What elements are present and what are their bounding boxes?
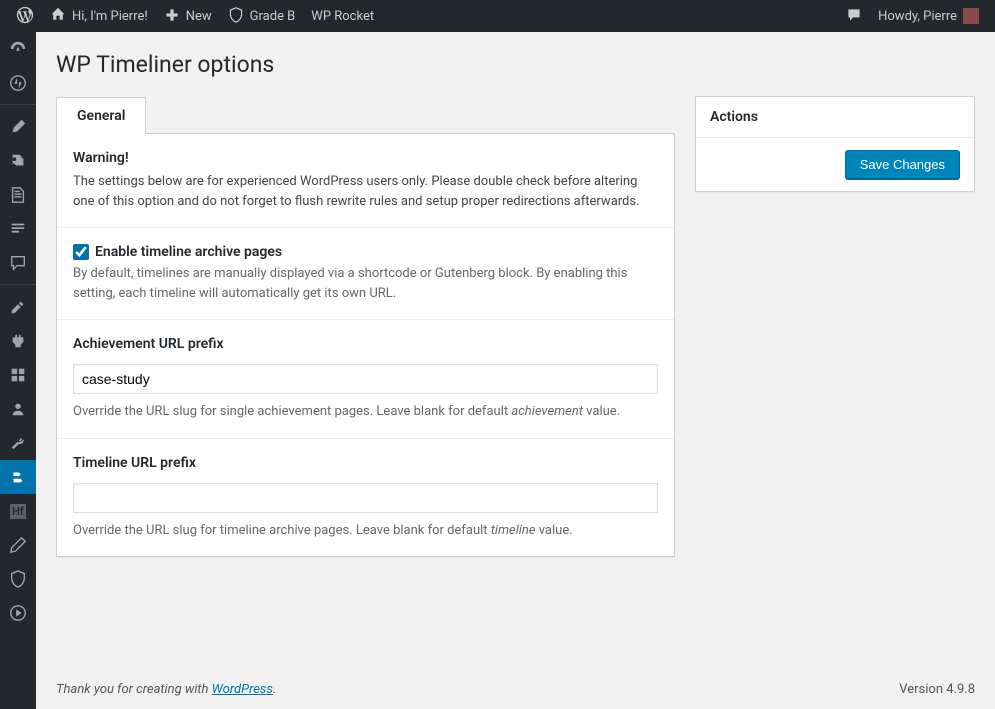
- menu-edit[interactable]: [0, 528, 36, 562]
- plus-icon: [164, 7, 180, 26]
- menu-video[interactable]: [0, 596, 36, 630]
- menu-hf[interactable]: Hf: [0, 494, 36, 528]
- wprocket-link[interactable]: WP Rocket: [303, 0, 382, 32]
- archive-checkbox[interactable]: [73, 244, 89, 260]
- page-title: WP Timeliner options: [56, 42, 975, 96]
- archive-desc: By default, timelines are manually displ…: [73, 264, 658, 303]
- wp-logo[interactable]: [8, 0, 42, 32]
- actions-heading: Actions: [696, 97, 974, 138]
- footer: Thank you for creating with WordPress. V…: [56, 682, 975, 697]
- menu-separator: [0, 280, 36, 285]
- menu-dashboard[interactable]: [0, 32, 36, 66]
- sidebar-column: Actions Save Changes: [695, 96, 975, 192]
- menu-jetpack[interactable]: [0, 66, 36, 100]
- avatar: [963, 8, 979, 24]
- menu-users[interactable]: [0, 392, 36, 426]
- site-link[interactable]: Hi, I'm Pierre!: [42, 0, 156, 32]
- howdy-text: Howdy, Pierre: [878, 9, 957, 24]
- comment-icon: [846, 7, 862, 26]
- menu-forms[interactable]: [0, 212, 36, 246]
- footer-version: Version 4.9.8: [899, 682, 975, 697]
- settings-panel: Warning! The settings below are for expe…: [56, 134, 675, 557]
- comments-link[interactable]: [838, 0, 870, 32]
- admin-bar: Hi, I'm Pierre! New Grade B WP Rocket Ho…: [0, 0, 995, 32]
- wordpress-icon: [16, 6, 34, 27]
- menu-tools[interactable]: [0, 426, 36, 460]
- grade-link[interactable]: Grade B: [220, 0, 304, 32]
- grade-label: Grade B: [250, 9, 296, 24]
- wordpress-link[interactable]: WordPress: [212, 682, 273, 697]
- warning-heading: Warning!: [73, 150, 658, 166]
- actions-box: Actions Save Changes: [695, 96, 975, 192]
- menu-separator: [0, 100, 36, 105]
- achievement-desc: Override the URL slug for single achieve…: [73, 402, 658, 422]
- achievement-section: Achievement URL prefix Override the URL …: [57, 320, 674, 439]
- timeline-label: Timeline URL prefix: [73, 455, 658, 471]
- footer-thanks: Thank you for creating with WordPress.: [56, 682, 276, 697]
- archive-label[interactable]: Enable timeline archive pages: [95, 244, 282, 260]
- menu-media[interactable]: [0, 144, 36, 178]
- achievement-label: Achievement URL prefix: [73, 336, 658, 352]
- admin-sidebar: Hf: [0, 32, 36, 709]
- tab-general[interactable]: General: [56, 97, 146, 134]
- menu-plugins[interactable]: [0, 324, 36, 358]
- archive-section: Enable timeline archive pages By default…: [57, 228, 674, 320]
- content-area: WP Timeliner options General Warning! Th…: [36, 32, 995, 709]
- new-label: New: [186, 9, 212, 24]
- timeline-section: Timeline URL prefix Override the URL slu…: [57, 439, 674, 557]
- tab-bar: General: [56, 96, 675, 134]
- wprocket-label: WP Rocket: [311, 9, 374, 24]
- hf-icon: Hf: [10, 504, 26, 519]
- home-icon: [50, 7, 66, 26]
- achievement-input[interactable]: [73, 364, 658, 394]
- warning-section: Warning! The settings below are for expe…: [57, 134, 674, 228]
- menu-timeliner[interactable]: [0, 460, 36, 494]
- site-name: Hi, I'm Pierre!: [72, 9, 148, 24]
- new-content[interactable]: New: [156, 0, 220, 32]
- menu-feedback[interactable]: [0, 246, 36, 280]
- menu-appearance[interactable]: [0, 290, 36, 324]
- timeline-input[interactable]: [73, 483, 658, 513]
- menu-pages[interactable]: [0, 178, 36, 212]
- main-column: General Warning! The settings below are …: [56, 96, 675, 557]
- save-button[interactable]: Save Changes: [845, 150, 960, 179]
- my-account[interactable]: Howdy, Pierre: [870, 0, 987, 32]
- warning-text: The settings below are for experienced W…: [73, 172, 658, 211]
- menu-posts[interactable]: [0, 110, 36, 144]
- menu-etc1[interactable]: [0, 358, 36, 392]
- menu-security[interactable]: [0, 562, 36, 596]
- timeline-desc: Override the URL slug for timeline archi…: [73, 521, 658, 541]
- shield-icon: [228, 7, 244, 26]
